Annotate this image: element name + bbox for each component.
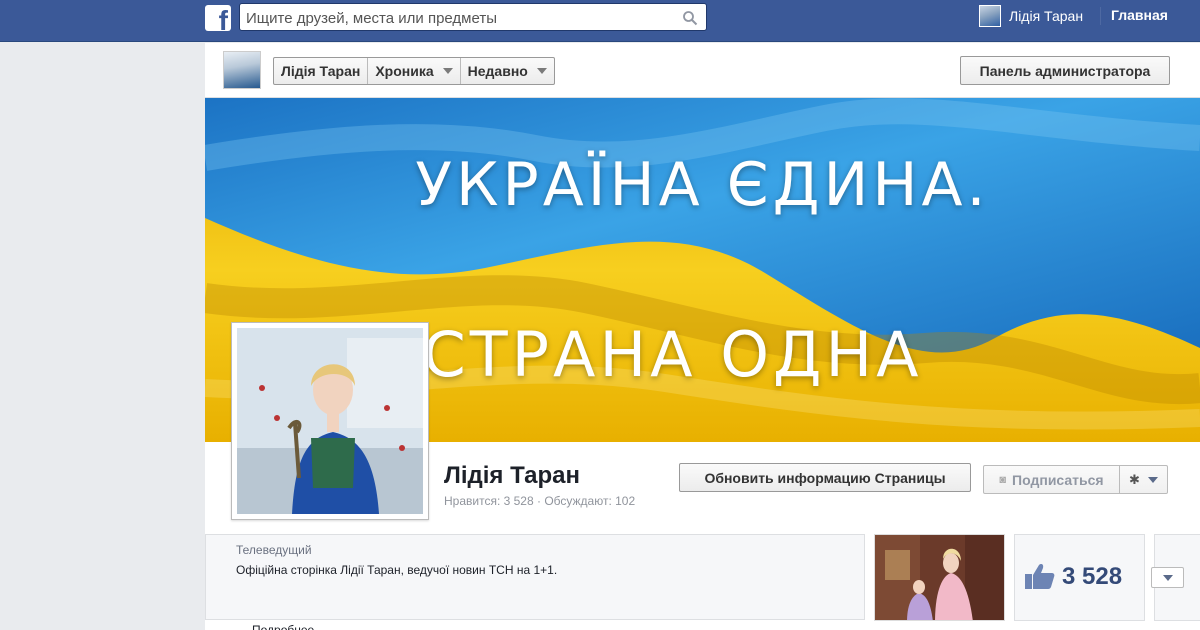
chevron-down-icon [1162, 574, 1173, 581]
search-box[interactable] [239, 3, 707, 31]
profile-picture[interactable] [231, 322, 429, 520]
profile-photo-image [237, 328, 423, 514]
chevron-down-icon [1147, 476, 1158, 483]
like-thumb-icon [1025, 564, 1055, 589]
gear-icon: ✱ [1129, 471, 1140, 487]
page-stats: Нравится: 3 528 · Обсуждают: 102 [444, 494, 636, 508]
crumb-timeline[interactable]: Хроника [368, 58, 461, 84]
chevron-down-icon [442, 68, 453, 74]
subscribe-button[interactable]: ◙ Подписаться [983, 465, 1120, 494]
top-user-name: Лідія Таран [1009, 8, 1084, 24]
settings-dropdown-button[interactable]: ✱ [1120, 465, 1168, 494]
chevron-down-icon [536, 68, 547, 74]
more-apps-button[interactable] [1151, 567, 1184, 588]
top-user-link[interactable]: Лідія Таран [979, 5, 1083, 27]
rss-icon: ◙ [999, 473, 1007, 486]
topbar-divider [1100, 7, 1101, 25]
page-description: Офіційна сторінка Лідії Таран, ведучої н… [236, 563, 558, 577]
crumb-recent[interactable]: Недавно [461, 58, 554, 84]
photo-image [875, 535, 1004, 620]
avatar [979, 5, 1001, 27]
top-bar: f Лідія Таран Главная [0, 0, 1200, 42]
update-page-info-button[interactable]: Обновить информацию Страницы [679, 463, 971, 492]
likes-count: 3 528 [1062, 563, 1123, 590]
crumb-page-name[interactable]: Лідія Таран [274, 58, 369, 84]
facebook-logo-icon[interactable]: f [205, 5, 231, 31]
page-title[interactable]: Лідія Таран [444, 462, 580, 490]
more-link[interactable]: Подробнее [252, 622, 314, 630]
search-input[interactable] [246, 7, 666, 29]
home-link[interactable]: Главная [1111, 7, 1168, 23]
search-icon[interactable] [682, 10, 698, 26]
breadcrumb: Лідія Таран Хроника Недавно [273, 57, 555, 85]
cover-slogan-line1: УКРАЇНА ЄДИНА. [415, 150, 990, 220]
admin-panel-button[interactable]: Панель администратора [960, 56, 1170, 85]
photos-thumbnail[interactable] [874, 534, 1005, 621]
page-thumbnail[interactable] [223, 51, 261, 89]
page-category: Телеведущий [236, 543, 312, 557]
